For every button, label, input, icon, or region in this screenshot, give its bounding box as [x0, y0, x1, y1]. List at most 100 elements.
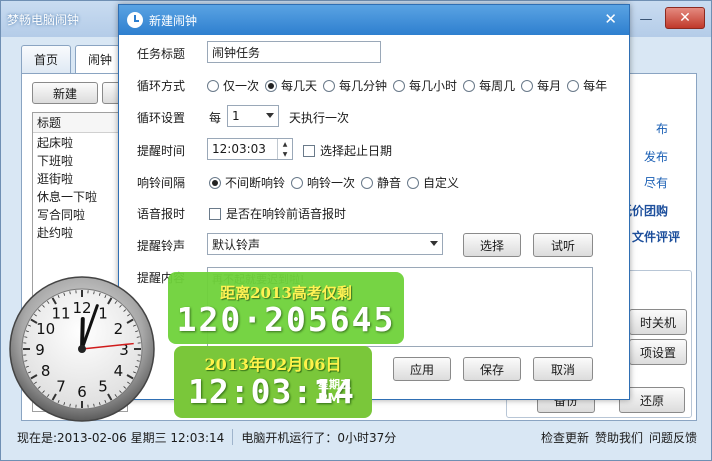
cycle-mode-option[interactable]: 仅一次	[207, 77, 259, 94]
sound-label: 提醒铃声	[137, 239, 186, 253]
spin-down-icon[interactable]: ▼	[278, 149, 292, 159]
radio-button[interactable]	[323, 79, 336, 92]
cycle-mode-option[interactable]: 每几天	[265, 77, 317, 94]
dialog-close-icon[interactable]: ✕	[604, 12, 617, 27]
ring-interval-option-label: 静音	[377, 176, 402, 190]
clock-number: 5	[98, 377, 108, 395]
radio-button[interactable]	[207, 79, 219, 92]
cycle-mode-option[interactable]: 每月	[521, 77, 561, 94]
cycle-value-select[interactable]: 1	[227, 105, 279, 127]
ring-interval-option-label: 不间断响铃	[225, 176, 286, 190]
right-link-release[interactable]: 发布	[644, 148, 668, 165]
chevron-down-icon	[430, 241, 438, 246]
check-update-link[interactable]: 检查更新	[541, 429, 589, 446]
cycle-mode-group: 仅一次 每几天 每几分钟 每几小时 每周几 每月 每年	[207, 77, 613, 94]
feedback-link[interactable]: 问题反馈	[649, 429, 697, 446]
list-item[interactable]: 下班啦	[33, 151, 127, 169]
radio-button[interactable]	[567, 79, 580, 92]
ring-interval-label: 响铃间隔	[137, 176, 186, 190]
clock-number: 8	[41, 362, 51, 380]
radio-button[interactable]	[361, 176, 374, 189]
minimize-icon[interactable]: —	[633, 9, 659, 29]
countdown-widget[interactable]: 距离2013高考仅剩 120·205645	[168, 272, 404, 344]
list-item[interactable]: 休息一下啦	[33, 187, 127, 205]
cycle-mode-option-label: 每年	[583, 79, 608, 93]
radio-button[interactable]	[265, 79, 278, 92]
timed-shutdown-button[interactable]: 时关机	[629, 309, 687, 335]
cycle-mode-option-label: 每月	[537, 79, 562, 93]
remind-time-value: 12:03:03	[212, 142, 266, 156]
spin-up-icon[interactable]: ▲	[278, 139, 292, 149]
voice-check-label: 是否在响铃前语音报时	[226, 207, 347, 221]
uptime-status: 电脑开机运行了：0小时37分	[241, 430, 397, 445]
apply-button[interactable]: 应用	[393, 357, 451, 381]
date-range-label: 选择起止日期	[320, 144, 393, 158]
list-header[interactable]: 标题	[33, 113, 127, 133]
time-spinner[interactable]: ▲ ▼	[277, 139, 292, 159]
dialog-title: 新建闹钟	[149, 13, 198, 28]
choose-sound-button[interactable]: 选择	[463, 233, 521, 257]
cycle-mode-option[interactable]: 每周几	[463, 77, 515, 94]
cycle-mode-option[interactable]: 每几小时	[393, 77, 457, 94]
voice-label: 语音报时	[137, 207, 186, 221]
clock-number: 4	[114, 362, 124, 380]
chevron-down-icon	[266, 113, 274, 118]
digital-clock-widget[interactable]: 2013年02月06日 12:03:14 星期三 PM	[174, 346, 372, 418]
cycle-mode-option-label: 每周几	[479, 79, 516, 93]
clock-number: 6	[77, 383, 87, 401]
ring-interval-group: 不间断响铃 响铃一次 静音 自定义	[209, 174, 465, 191]
cycle-mode-option-label: 每几天	[281, 79, 318, 93]
sound-value: 默认铃声	[212, 237, 261, 252]
cycle-mode-option[interactable]: 每几分钟	[323, 77, 387, 94]
countdown-digits: 120·205645	[176, 300, 396, 339]
cycle-mode-option-label: 每几小时	[409, 79, 458, 93]
status-divider	[232, 429, 234, 445]
sound-select[interactable]: 默认铃声	[207, 233, 443, 255]
ring-interval-option[interactable]: 静音	[361, 174, 401, 191]
voice-option[interactable]: 是否在响铃前语音报时	[209, 205, 346, 222]
right-link-publish[interactable]: 布	[656, 120, 668, 137]
donate-link[interactable]: 赞助我们	[595, 429, 643, 446]
remind-time-label: 提醒时间	[137, 144, 186, 158]
cycle-mode-option[interactable]: 每年	[567, 77, 607, 94]
radio-button[interactable]	[393, 79, 406, 92]
task-title-input[interactable]: 闹钟任务	[207, 41, 381, 63]
current-time-status: 现在是:2013-02-06 星期三 12:03:14	[17, 430, 225, 445]
clock-number: 7	[56, 377, 66, 395]
date-range-option[interactable]: 选择起止日期	[303, 142, 392, 159]
date-range-checkbox[interactable]	[303, 144, 315, 157]
clock-number: 1	[98, 305, 108, 323]
list-item[interactable]: 写合同啦	[33, 205, 127, 223]
analog-clock[interactable]: 12 1234567891011	[8, 275, 156, 423]
voice-checkbox[interactable]	[209, 207, 221, 220]
right-link-review[interactable]: 文件评评	[632, 228, 680, 245]
radio-button[interactable]	[407, 176, 420, 189]
status-bar: 现在是:2013-02-06 星期三 12:03:14 电脑开机运行了：0小时3…	[17, 425, 697, 449]
radio-button[interactable]	[463, 79, 476, 92]
tab-home[interactable]: 首页	[21, 45, 72, 73]
clock-number: 10	[36, 320, 55, 338]
cycle-setting-label: 循环设置	[137, 111, 186, 125]
cancel-button[interactable]: 取消	[533, 357, 593, 381]
cycle-mode-label: 循环方式	[137, 79, 186, 93]
right-link-all[interactable]: 尽有	[644, 174, 668, 191]
clock-number: 11	[51, 305, 70, 323]
list-item[interactable]: 起床啦	[33, 133, 127, 151]
cycle-mode-option-label: 仅一次	[223, 79, 260, 93]
list-item[interactable]: 赴约啦	[33, 223, 127, 241]
list-item[interactable]: 逛街啦	[33, 169, 127, 187]
main-tabs: 首页 闹钟	[21, 45, 126, 73]
settings-button[interactable]: 项设置	[629, 339, 687, 365]
remind-time-input[interactable]: 12:03:03 ▲ ▼	[207, 138, 293, 160]
ring-interval-option[interactable]: 不间断响铃	[209, 174, 285, 191]
radio-button[interactable]	[291, 176, 304, 189]
ring-interval-option[interactable]: 自定义	[407, 174, 459, 191]
cycle-prefix: 每	[209, 111, 222, 125]
close-icon[interactable]: ✕	[665, 7, 705, 29]
save-button[interactable]: 保存	[463, 357, 521, 381]
radio-button[interactable]	[521, 79, 534, 92]
new-button[interactable]: 新建	[32, 82, 98, 104]
listen-button[interactable]: 试听	[533, 233, 593, 257]
radio-button[interactable]	[209, 176, 221, 189]
ring-interval-option[interactable]: 响铃一次	[291, 174, 355, 191]
